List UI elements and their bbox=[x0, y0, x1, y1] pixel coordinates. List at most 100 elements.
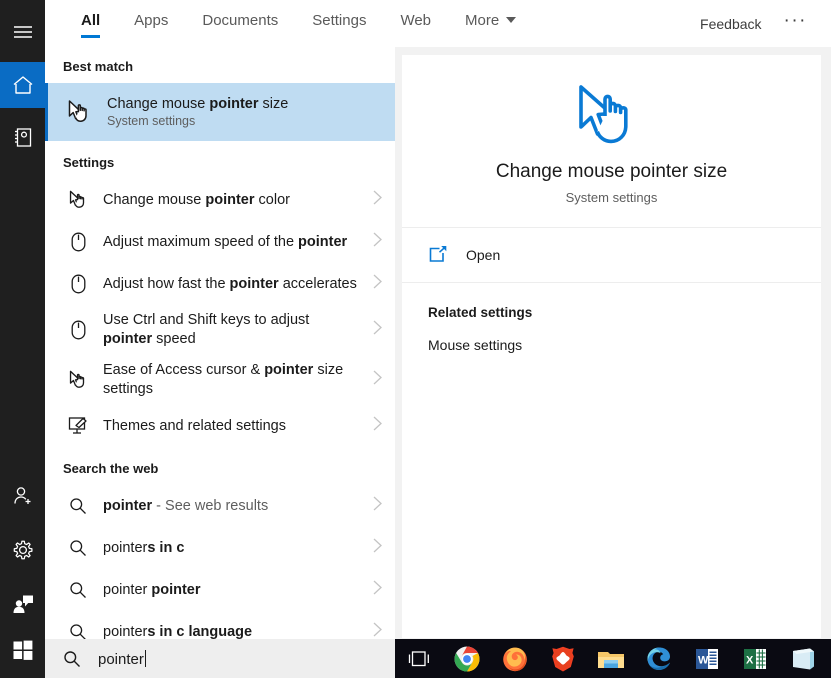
tab-apps-label: Apps bbox=[134, 12, 169, 29]
svg-text:X: X bbox=[746, 654, 754, 666]
search-icon bbox=[63, 491, 93, 521]
best-match-title: Change mouse pointer size bbox=[107, 96, 288, 112]
mouse-icon bbox=[63, 315, 93, 345]
results-list: Best match Change mouse pointer size Sys… bbox=[45, 47, 395, 639]
chevron-right-icon[interactable] bbox=[372, 231, 383, 253]
best-match-title-suffix: size bbox=[258, 96, 289, 112]
preview-related: Related settings Mouse settings bbox=[402, 283, 821, 353]
word-icon: W bbox=[695, 647, 719, 671]
settings-result-item-label: Adjust how fast the pointer accelerates bbox=[103, 275, 357, 292]
taskbar-task-view[interactable] bbox=[395, 639, 443, 678]
tab-more-label: More bbox=[465, 12, 500, 29]
feedback-button[interactable]: Feedback bbox=[686, 16, 775, 32]
web-result-item[interactable]: pointers in c language bbox=[45, 611, 395, 639]
excel-icon: X bbox=[743, 647, 767, 671]
rail-item-start[interactable] bbox=[0, 627, 45, 673]
person-add-icon bbox=[12, 485, 34, 507]
taskbar-brave[interactable] bbox=[539, 639, 587, 678]
chevron-right-icon[interactable] bbox=[372, 495, 383, 517]
search-query-text: pointer bbox=[98, 650, 144, 668]
cursor-hand-icon bbox=[63, 185, 93, 215]
preview-pane: Change mouse pointer size System setting… bbox=[402, 55, 821, 638]
settings-result-item-label: Change mouse pointer color bbox=[103, 191, 290, 208]
chevron-right-icon[interactable] bbox=[372, 537, 383, 559]
web-result-item[interactable]: pointer pointer bbox=[45, 569, 395, 611]
taskbar-chrome[interactable] bbox=[443, 639, 491, 678]
search-icon bbox=[63, 617, 93, 639]
web-result-item-label: pointer - See web results bbox=[103, 497, 269, 514]
text-cursor bbox=[144, 649, 146, 667]
brave-icon bbox=[551, 646, 575, 672]
taskbar: W X bbox=[395, 639, 831, 678]
left-rail bbox=[0, 0, 45, 678]
web-result-item[interactable]: pointers in c bbox=[45, 527, 395, 569]
rail-item-feedback[interactable] bbox=[0, 581, 45, 627]
notebook-icon bbox=[13, 127, 33, 148]
web-result-item[interactable]: pointer - See web results bbox=[45, 485, 395, 527]
settings-result-item-label: Adjust maximum speed of the pointer bbox=[103, 233, 348, 250]
cursor-hand-large-icon bbox=[567, 79, 657, 151]
taskbar-onenote[interactable] bbox=[779, 639, 827, 678]
preview-title: Change mouse pointer size bbox=[495, 161, 728, 182]
web-results: pointer - See web results pointers in c po… bbox=[45, 485, 395, 639]
onenote-icon bbox=[790, 647, 816, 671]
taskbar-edge[interactable] bbox=[635, 639, 683, 678]
tab-settings-label: Settings bbox=[312, 12, 367, 29]
windows-logo-icon bbox=[13, 640, 33, 660]
best-match-item[interactable]: Change mouse pointer size System setting… bbox=[45, 83, 395, 141]
cursor-hand-icon bbox=[63, 97, 95, 127]
settings-result-item[interactable]: Themes and related settings bbox=[45, 405, 395, 447]
settings-result-item[interactable]: Adjust how fast the pointer accelerates bbox=[45, 263, 395, 305]
best-match-subtitle: System settings bbox=[107, 114, 196, 128]
tab-more[interactable]: More bbox=[448, 0, 533, 47]
chevron-right-icon[interactable] bbox=[372, 189, 383, 211]
chevron-right-icon[interactable] bbox=[372, 369, 383, 391]
settings-result-item[interactable]: Change mouse pointer color bbox=[45, 179, 395, 221]
best-match-title-prefix: Change mouse bbox=[107, 96, 210, 112]
mouse-icon bbox=[63, 269, 93, 299]
rail-item-account[interactable] bbox=[0, 473, 45, 519]
preview-hero: Change mouse pointer size System setting… bbox=[402, 55, 821, 228]
taskbar-word[interactable]: W bbox=[683, 639, 731, 678]
rail-item-settings[interactable] bbox=[0, 527, 45, 573]
taskbar-excel[interactable]: X bbox=[731, 639, 779, 678]
tab-documents[interactable]: Documents bbox=[185, 0, 295, 47]
best-match-header: Best match bbox=[63, 59, 134, 74]
rail-item-documents[interactable] bbox=[0, 114, 45, 160]
svg-text:W: W bbox=[698, 654, 709, 666]
mouse-icon bbox=[63, 227, 93, 257]
rail-item-hamburger[interactable] bbox=[0, 9, 45, 55]
web-header: Search the web bbox=[63, 461, 159, 476]
open-action[interactable]: Open bbox=[428, 246, 821, 264]
more-options-icon[interactable]: ··· bbox=[776, 10, 815, 38]
chrome-icon bbox=[454, 646, 480, 672]
chevron-right-icon[interactable] bbox=[372, 415, 383, 437]
chevron-right-icon[interactable] bbox=[372, 621, 383, 639]
feedback-person-icon bbox=[12, 594, 34, 614]
tab-all[interactable]: All bbox=[64, 0, 117, 47]
themes-icon bbox=[63, 411, 93, 441]
settings-header: Settings bbox=[63, 155, 115, 170]
tab-web[interactable]: Web bbox=[383, 0, 448, 47]
taskbar-firefox[interactable] bbox=[491, 639, 539, 678]
settings-result-item-label: Use Ctrl and Shift keys to adjust pointe… bbox=[103, 312, 310, 347]
chevron-right-icon[interactable] bbox=[372, 273, 383, 295]
search-icon bbox=[63, 575, 93, 605]
chevron-right-icon[interactable] bbox=[372, 319, 383, 341]
chevron-right-icon[interactable] bbox=[372, 579, 383, 601]
tab-settings[interactable]: Settings bbox=[295, 0, 383, 47]
header-actions: Feedback ··· bbox=[686, 0, 831, 47]
taskbar-file-explorer[interactable] bbox=[587, 639, 635, 678]
folder-icon bbox=[597, 648, 625, 670]
rail-item-home[interactable] bbox=[0, 62, 45, 108]
settings-result-item[interactable]: Ease of Access cursor & pointer size set… bbox=[45, 355, 395, 405]
settings-result-item[interactable]: Use Ctrl and Shift keys to adjust pointe… bbox=[45, 305, 395, 355]
web-result-item-label: pointers in c language bbox=[103, 623, 253, 640]
header: All Apps Documents Settings Web More Fee… bbox=[45, 0, 831, 47]
search-input[interactable]: pointer bbox=[45, 639, 395, 678]
tab-apps[interactable]: Apps bbox=[117, 0, 185, 47]
related-link-mouse-settings[interactable]: Mouse settings bbox=[428, 337, 821, 353]
settings-result-item[interactable]: Adjust maximum speed of the pointer bbox=[45, 221, 395, 263]
web-result-item-label: pointer pointer bbox=[103, 581, 201, 598]
filter-tabs: All Apps Documents Settings Web More bbox=[45, 0, 533, 47]
